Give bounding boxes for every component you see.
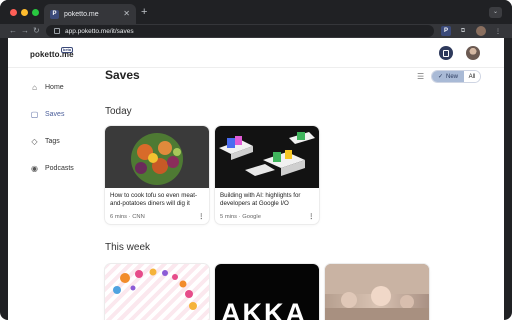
sidebar-item-podcasts[interactable]: ◉ Podcasts bbox=[30, 155, 100, 182]
home-icon: ⌂ bbox=[32, 83, 37, 92]
sidebar-item-label: Home bbox=[45, 84, 64, 91]
tab-strip: P poketto.me ✕ + ⌄ bbox=[0, 0, 512, 24]
page: poketto.me beta ⌂ Home ▢ Saves ◇ Tags ◉ … bbox=[8, 38, 504, 320]
save-card[interactable]: How to cook tofu so even meat-and-potato… bbox=[105, 126, 209, 224]
card-thumbnail-art bbox=[325, 264, 429, 320]
card-title: Building with AI: highlights for develop… bbox=[220, 192, 301, 207]
card-thumbnail-dots bbox=[105, 264, 209, 320]
sidebar-item-label: Podcasts bbox=[45, 165, 74, 172]
podcast-icon: ◉ bbox=[31, 164, 38, 173]
bookmark-icon bbox=[443, 49, 449, 57]
card-thumbnail-food bbox=[105, 126, 209, 188]
section-title-today: Today bbox=[105, 106, 132, 117]
address-url[interactable]: app.poketto.me/it/saves bbox=[65, 28, 134, 35]
page-title: Saves bbox=[105, 68, 140, 82]
sidebar-item-home[interactable]: ⌂ Home bbox=[30, 74, 100, 101]
ai-blocks-image bbox=[219, 132, 315, 176]
filter-icon[interactable]: ☰ bbox=[417, 72, 424, 81]
surreal-landscape-image bbox=[325, 264, 429, 320]
save-card[interactable] bbox=[105, 264, 209, 320]
card-thumbnail-ai bbox=[215, 126, 319, 188]
tab-close-icon[interactable]: ✕ bbox=[123, 10, 130, 18]
toggle-all-button[interactable]: All bbox=[464, 71, 480, 82]
toggle-new-label: New bbox=[446, 73, 459, 80]
sidebar-item-label: Tags bbox=[45, 138, 60, 145]
new-tab-icon[interactable]: + bbox=[141, 7, 147, 18]
card-meta: 6 mins · CNN ⋮ bbox=[105, 212, 209, 224]
tab-title: poketto.me bbox=[64, 10, 99, 18]
reload-icon[interactable]: ↻ bbox=[33, 25, 40, 37]
section-title-this-week: This week bbox=[105, 242, 151, 253]
tab-favicon: P bbox=[50, 9, 59, 19]
browser-toolbar: ← → ↻ app.poketto.me/it/saves P ⧉ ⋮ bbox=[0, 24, 512, 38]
check-icon: ✓ bbox=[437, 74, 443, 80]
new-all-toggle: ✓ New All bbox=[431, 70, 481, 83]
card-title: How to cook tofu so even meat-and-potato… bbox=[110, 192, 198, 207]
tab-search-icon[interactable]: ⌄ bbox=[489, 7, 502, 18]
minimize-window-button[interactable] bbox=[21, 9, 28, 16]
sidebar-item-saves[interactable]: ▢ Saves bbox=[30, 101, 100, 128]
dots-image bbox=[113, 268, 197, 310]
save-bookmark-button[interactable] bbox=[439, 46, 453, 60]
toggle-new-button[interactable]: ✓ New bbox=[432, 71, 464, 82]
sidebar-item-tags[interactable]: ◇ Tags bbox=[30, 128, 100, 155]
main-content: Saves ☰ ✓ New All Today How to cook tofu… bbox=[105, 68, 485, 320]
browser-tab[interactable]: P poketto.me ✕ bbox=[44, 4, 136, 24]
card-meta-text: 6 mins · CNN bbox=[110, 214, 145, 220]
bag-icon: ▢ bbox=[30, 110, 39, 119]
back-icon[interactable]: ← bbox=[9, 25, 17, 37]
site-info-icon[interactable] bbox=[54, 28, 60, 34]
card-meta: 5 mins · Google ⋮ bbox=[215, 212, 319, 224]
more-options-icon[interactable]: ⋮ bbox=[198, 214, 204, 220]
akka-logo-text: AKKA bbox=[221, 298, 307, 320]
tag-icon: ◇ bbox=[31, 137, 38, 146]
avatar[interactable] bbox=[466, 46, 480, 60]
card-meta-text: 5 mins · Google bbox=[220, 214, 261, 220]
extensions-icon[interactable]: ⧉ bbox=[458, 26, 468, 36]
save-card[interactable]: AKKA bbox=[215, 264, 319, 320]
sidebar: ⌂ Home ▢ Saves ◇ Tags ◉ Podcasts bbox=[30, 74, 100, 182]
sidebar-item-label: Saves bbox=[45, 111, 65, 118]
akka-logo-image: AKKA bbox=[221, 298, 307, 320]
beta-badge: beta bbox=[61, 47, 73, 53]
card-thumbnail-akka: AKKA bbox=[215, 264, 319, 320]
forward-icon[interactable]: → bbox=[21, 25, 29, 37]
browser-window: P poketto.me ✕ + ⌄ ← → ↻ app.poketto.me/… bbox=[0, 0, 512, 320]
save-card[interactable]: Building with AI: highlights for develop… bbox=[215, 126, 319, 224]
close-window-button[interactable] bbox=[10, 9, 17, 16]
profile-icon[interactable] bbox=[476, 26, 486, 36]
maximize-window-button[interactable] bbox=[32, 9, 39, 16]
more-options-icon[interactable]: ⋮ bbox=[308, 214, 314, 220]
save-card[interactable] bbox=[325, 264, 429, 320]
app-header: poketto.me beta bbox=[8, 38, 504, 68]
poketto-extension-icon[interactable]: P bbox=[441, 26, 451, 36]
address-bar[interactable]: app.poketto.me/it/saves bbox=[46, 25, 434, 37]
browser-menu-icon[interactable]: ⋮ bbox=[494, 26, 502, 36]
salad-image bbox=[131, 133, 183, 185]
